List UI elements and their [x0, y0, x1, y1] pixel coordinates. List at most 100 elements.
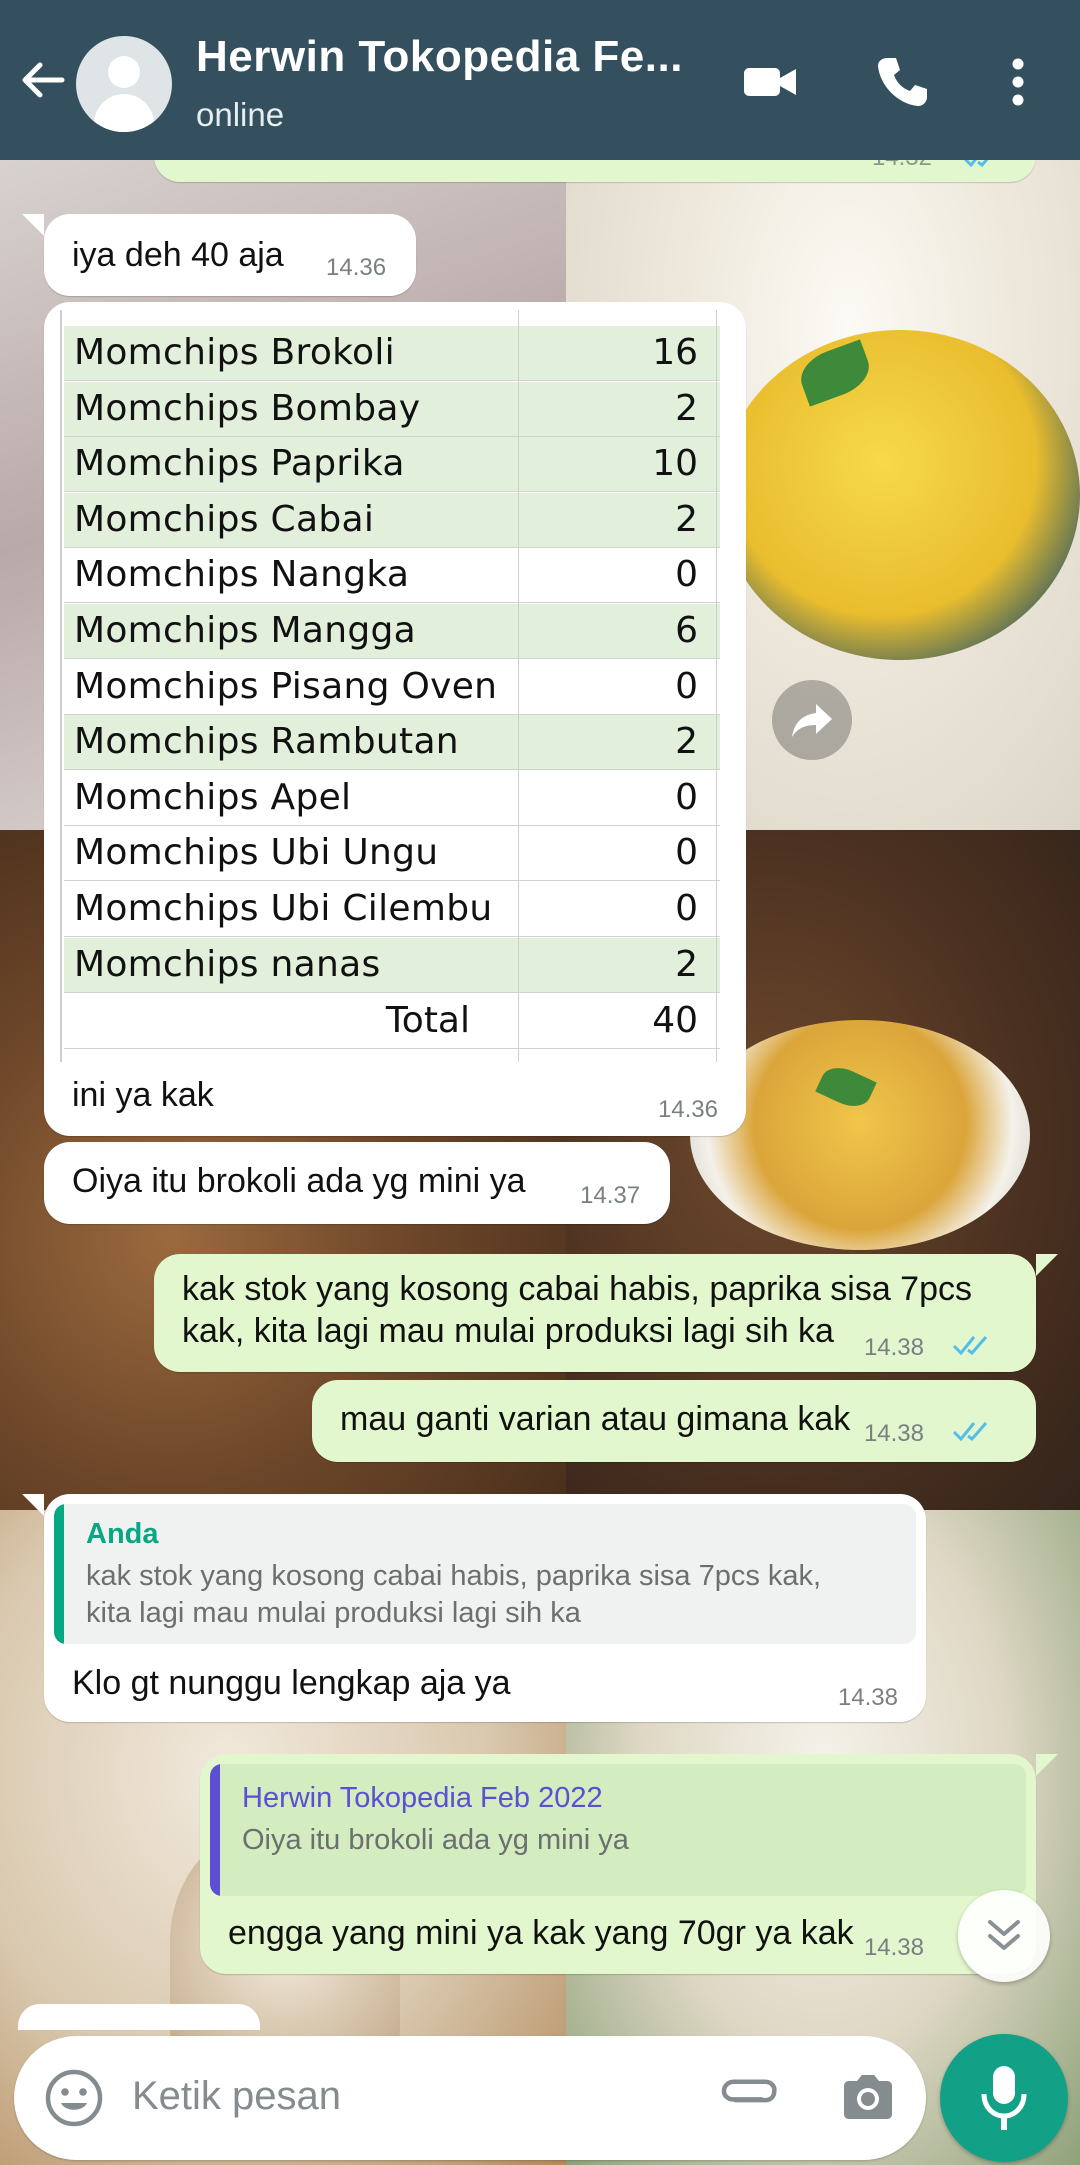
sheet-item-qty: 0	[675, 776, 698, 818]
sheet-item-name: Momchips Pisang Oven	[74, 665, 498, 707]
sheet-row: Momchips Ubi Cilembu 0	[64, 882, 720, 937]
message-bubble-outgoing[interactable]: Herwin Tokopedia Feb 2022 Oiya itu broko…	[200, 1754, 1036, 1974]
message-text: Oiya itu brokoli ada yg mini ya	[72, 1162, 526, 1200]
sheet-item-name: Momchips Ubi Ungu	[74, 832, 439, 874]
message-bubble-outgoing[interactable]: mau ganti varian atau gimana kak 14.38	[312, 1380, 1036, 1462]
message-bubble-outgoing[interactable]: kak stok yang kosong cabai habis, paprik…	[154, 1254, 1036, 1372]
message-text: engga yang mini ya kak yang 70gr ya kak	[228, 1914, 854, 1952]
sheet-row: Momchips Bombay 2	[64, 381, 720, 437]
spreadsheet-image[interactable]: Momchips Brokoli 16 Momchips Bombay 2 Momchi…	[56, 310, 732, 1062]
read-ticks-icon	[952, 1336, 988, 1356]
sheet-item-qty: 16	[652, 332, 698, 373]
back-arrow-icon[interactable]	[18, 55, 68, 105]
message-time: 14.38	[863, 1420, 924, 1447]
sheet-item-qty: 0	[675, 665, 698, 707]
sheet-row: Momchips Ubi Ungu 0	[64, 826, 720, 882]
sheet-total-row: Total 40	[64, 994, 720, 1049]
sheet-row: Momchips Nangka 0	[64, 548, 720, 604]
quote-author: Anda	[86, 1518, 159, 1550]
emoji-icon[interactable]	[42, 2066, 106, 2130]
sheet-row: Momchips Paprika 10	[64, 437, 720, 493]
message-text: Klo gt nunggu lengkap aja ya	[72, 1664, 511, 1702]
sheet-grid-line	[716, 310, 717, 1062]
quoted-message[interactable]: Anda kak stok yang kosong cabai habis, p…	[54, 1504, 916, 1644]
message-input[interactable]: Ketik pesan	[132, 2074, 341, 2119]
message-bubble-incoming[interactable]: iya deh 40 aja 14.36	[44, 214, 416, 296]
double-chevron-down-icon	[988, 1920, 1020, 1950]
bubble-tail	[1036, 1754, 1058, 1776]
sheet-grid-line	[60, 310, 62, 1062]
sheet-item-name: Momchips Brokoli	[74, 332, 395, 373]
read-ticks-icon	[952, 1422, 988, 1442]
sheet-grid-line	[518, 310, 519, 1062]
sheet-item-qty: 0	[675, 832, 698, 874]
video-call-icon[interactable]	[740, 52, 800, 112]
chat-header: Herwin Tokopedia Fe... online	[0, 0, 1080, 160]
message-composer[interactable]: Ketik pesan	[14, 2036, 926, 2160]
sheet-row: Momchips Cabai 2	[64, 492, 720, 548]
message-text-line: kak stok yang kosong cabai habis, paprik…	[182, 1270, 973, 1308]
wallpaper-chips-bowl	[720, 330, 1080, 660]
sheet-item-name: Momchips Ubi Cilembu	[74, 888, 493, 929]
message-text-line: kak, kita lagi mau mulai produksi lagi s…	[182, 1312, 834, 1350]
scroll-to-bottom-button[interactable]	[958, 1890, 1050, 1982]
mic-icon	[981, 2066, 1027, 2130]
more-vert-icon[interactable]	[990, 52, 1046, 112]
sheet-item-qty: 6	[675, 610, 698, 651]
quote-text-line: kita lagi mau mulai produksi lagi sih ka	[86, 1597, 581, 1629]
camera-icon[interactable]	[836, 2066, 900, 2130]
bubble-tail	[22, 214, 44, 236]
sheet-item-name: Momchips Paprika	[74, 443, 405, 485]
attach-icon[interactable]	[714, 2066, 778, 2130]
quote-accent-bar	[210, 1764, 220, 1896]
sheet-total-label: Total	[385, 1000, 470, 1041]
sheet-item-name: Momchips Apel	[74, 776, 352, 818]
voice-call-icon[interactable]	[872, 52, 932, 112]
sheet-item-name: Momchips Nangka	[74, 554, 410, 596]
message-bubble-incoming[interactable]: Anda kak stok yang kosong cabai habis, p…	[44, 1494, 926, 1722]
message-time: 14.38	[863, 1334, 924, 1361]
contact-status: online	[196, 96, 285, 133]
message-text: mau ganti varian atau gimana kak	[340, 1400, 851, 1438]
message-time: 14.36	[326, 254, 387, 281]
sheet-item-qty: 2	[675, 943, 698, 985]
quote-accent-bar	[54, 1504, 64, 1644]
sheet-item-qty: 2	[675, 498, 698, 540]
forward-button[interactable]	[772, 680, 852, 760]
sheet-item-name: Momchips Cabai	[74, 498, 375, 540]
image-caption: ini ya kak	[72, 1076, 214, 1114]
partial-message-bubble	[18, 2004, 260, 2030]
sheet-item-name: Momchips Bombay	[74, 387, 421, 429]
quote-author: Herwin Tokopedia Feb 2022	[242, 1782, 603, 1814]
avatar-head-shape	[108, 56, 140, 88]
sheet-item-name: Momchips Rambutan	[74, 721, 459, 763]
message-bubble-incoming[interactable]: Oiya itu brokoli ada yg mini ya 14.37	[44, 1142, 670, 1224]
sheet-row: Momchips Apel 0	[64, 771, 720, 826]
sheet-item-qty: 0	[675, 554, 698, 596]
forward-icon	[792, 704, 832, 737]
message-time: 14.38	[863, 1934, 924, 1961]
contact-name[interactable]: Herwin Tokopedia Fe...	[196, 32, 716, 82]
sheet-row: Momchips Mangga 6	[64, 604, 720, 659]
voice-record-button[interactable]	[940, 2034, 1068, 2162]
sheet-item-qty: 2	[675, 721, 698, 763]
sheet-item-qty: 0	[675, 888, 698, 929]
quoted-message[interactable]: Herwin Tokopedia Feb 2022 Oiya itu broko…	[210, 1764, 1026, 1896]
message-text: iya deh 40 aja	[72, 236, 284, 274]
sheet-row: Momchips nanas 2	[64, 937, 720, 993]
sheet-item-name: Momchips nanas	[74, 943, 381, 985]
message-time: 14.37	[580, 1182, 641, 1209]
message-time: 14.38	[837, 1684, 898, 1711]
sheet-row: Momchips Rambutan 2	[64, 715, 720, 771]
sheet-top-border	[64, 310, 720, 326]
sheet-item-name: Momchips Mangga	[74, 610, 417, 651]
sheet-row: Momchips Brokoli 16	[64, 326, 720, 381]
contact-avatar[interactable]	[76, 36, 172, 132]
sheet-row: Momchips Pisang Oven 0	[64, 660, 720, 715]
quote-text-line: kak stok yang kosong cabai habis, paprik…	[86, 1560, 822, 1592]
sheet-item-qty: 10	[652, 443, 698, 485]
sheet-item-qty: 2	[675, 387, 698, 429]
message-time: 14.36	[657, 1096, 718, 1123]
bubble-tail	[1036, 1254, 1058, 1276]
quote-text-line: Oiya itu brokoli ada yg mini ya	[242, 1824, 629, 1856]
